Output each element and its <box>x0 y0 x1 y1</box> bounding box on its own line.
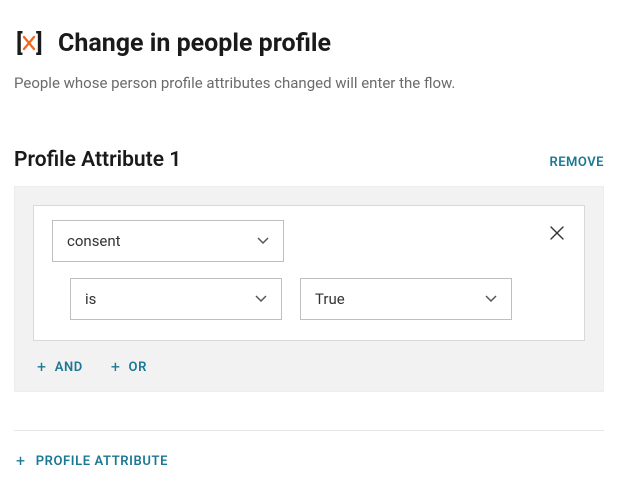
add-or-button[interactable]: + OR <box>111 359 147 375</box>
operator-select[interactable]: is <box>70 278 282 320</box>
and-label: AND <box>55 360 83 375</box>
value-select-value: True <box>315 290 345 308</box>
page-description: People whose person profile attributes c… <box>14 74 604 92</box>
operator-select-value: is <box>85 290 96 308</box>
condition-card: consent is True <box>33 205 585 341</box>
value-select[interactable]: True <box>300 278 512 320</box>
divider <box>14 430 604 431</box>
add-and-button[interactable]: + AND <box>37 359 83 375</box>
profile-change-icon: [ ] <box>14 28 44 58</box>
plus-icon: + <box>111 359 121 375</box>
attribute-select-value: consent <box>67 232 121 250</box>
chevron-down-icon <box>255 295 267 303</box>
plus-icon: + <box>37 359 47 375</box>
svg-text:[: [ <box>16 29 23 57</box>
chevron-down-icon <box>257 237 269 245</box>
add-attribute-label: PROFILE ATTRIBUTE <box>36 454 168 469</box>
attribute-select[interactable]: consent <box>52 220 284 262</box>
attribute-block: consent is True + AND <box>14 186 604 392</box>
section-title: Profile Attribute 1 <box>14 148 181 172</box>
page-title: Change in people profile <box>58 29 331 58</box>
svg-text:]: ] <box>36 29 43 57</box>
plus-icon: + <box>16 453 26 469</box>
close-icon[interactable] <box>550 226 564 244</box>
add-profile-attribute-button[interactable]: + PROFILE ATTRIBUTE <box>14 453 604 469</box>
or-label: OR <box>129 360 147 375</box>
chevron-down-icon <box>485 295 497 303</box>
remove-button[interactable]: REMOVE <box>549 155 604 170</box>
